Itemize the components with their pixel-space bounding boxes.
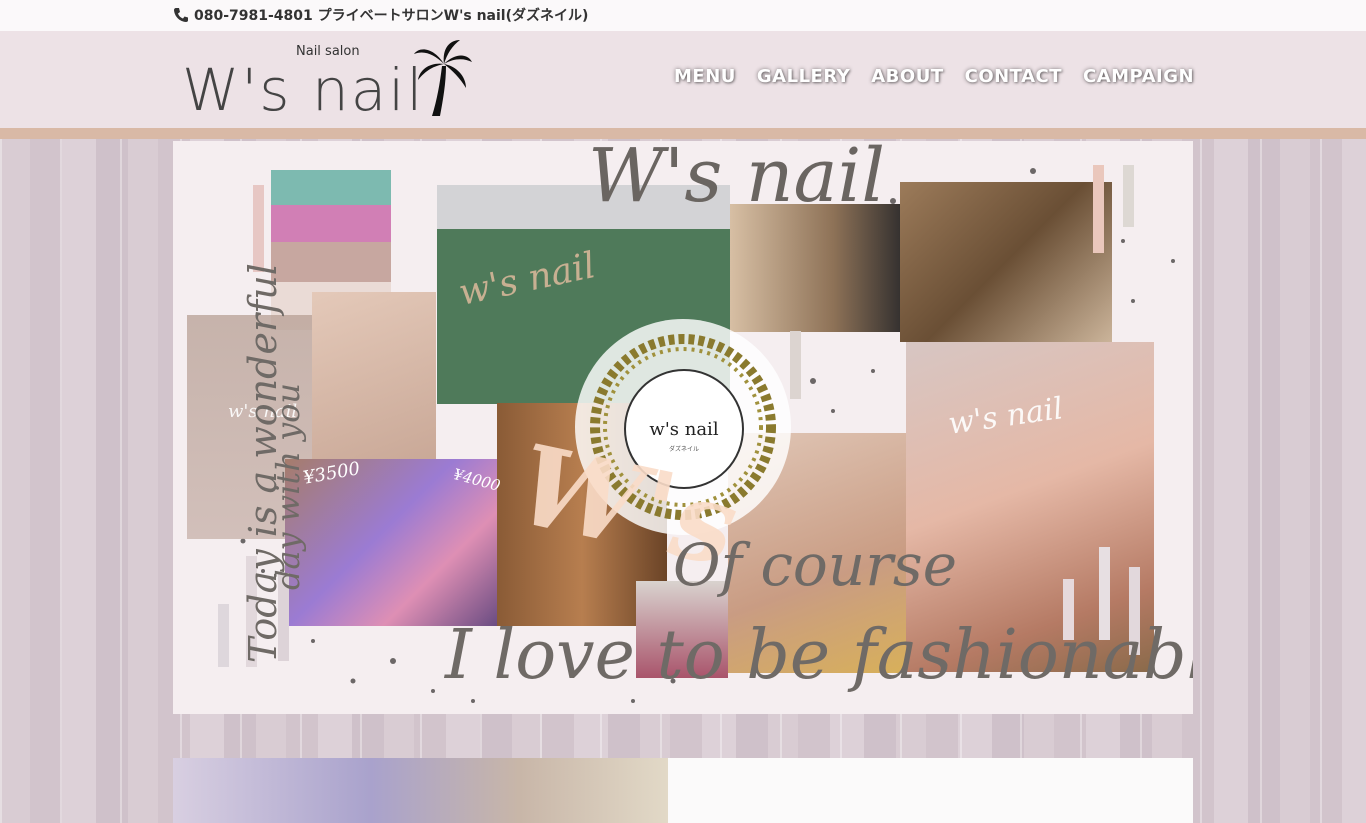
photo-salon-chairs: [730, 204, 902, 332]
deco-bar: [218, 604, 229, 667]
phone-icon: [174, 8, 188, 22]
hero-collage: w's nail ダズネイル W's nail w's nail w's nai…: [173, 141, 1193, 714]
left-script-2: day with you: [269, 382, 307, 590]
second-section-image: [173, 758, 668, 823]
palm-tree-icon: [414, 40, 472, 116]
nav-gallery[interactable]: GALLERY: [757, 66, 850, 87]
top-bar: 080-7981-4801 プライベートサロンW's nail(ダズネイル): [0, 0, 1366, 31]
photo-hands-nude: [312, 292, 436, 462]
deco-bar: [1093, 165, 1104, 253]
nav-menu[interactable]: MENU: [674, 66, 736, 87]
nav-contact[interactable]: CONTACT: [965, 66, 1062, 87]
second-section: [173, 758, 1193, 823]
of-course-script: Of course: [673, 531, 958, 599]
nav-about[interactable]: ABOUT: [871, 66, 943, 87]
deco-bar: [790, 331, 801, 399]
badge-name: w's nail: [649, 419, 719, 440]
hero-title-script: W's nail: [588, 141, 886, 219]
deco-bar: [1123, 165, 1134, 227]
main-nav: MENU GALLERY ABOUT CONTACT CAMPAIGN: [674, 66, 1194, 87]
site-logo[interactable]: Nail salon W's nail: [180, 38, 480, 124]
fashionable-script: I love to be fashionable: [445, 616, 1193, 695]
logo-name: W's nail: [182, 56, 425, 124]
phone-text: 080-7981-4801 プライベートサロンW's nail(ダズネイル): [194, 8, 589, 24]
header-stripe: [0, 128, 1366, 139]
nav-campaign[interactable]: CAMPAIGN: [1083, 66, 1194, 87]
phone-link[interactable]: 080-7981-4801 プライベートサロンW's nail(ダズネイル): [173, 5, 588, 25]
photo-salon-room: [900, 182, 1112, 342]
